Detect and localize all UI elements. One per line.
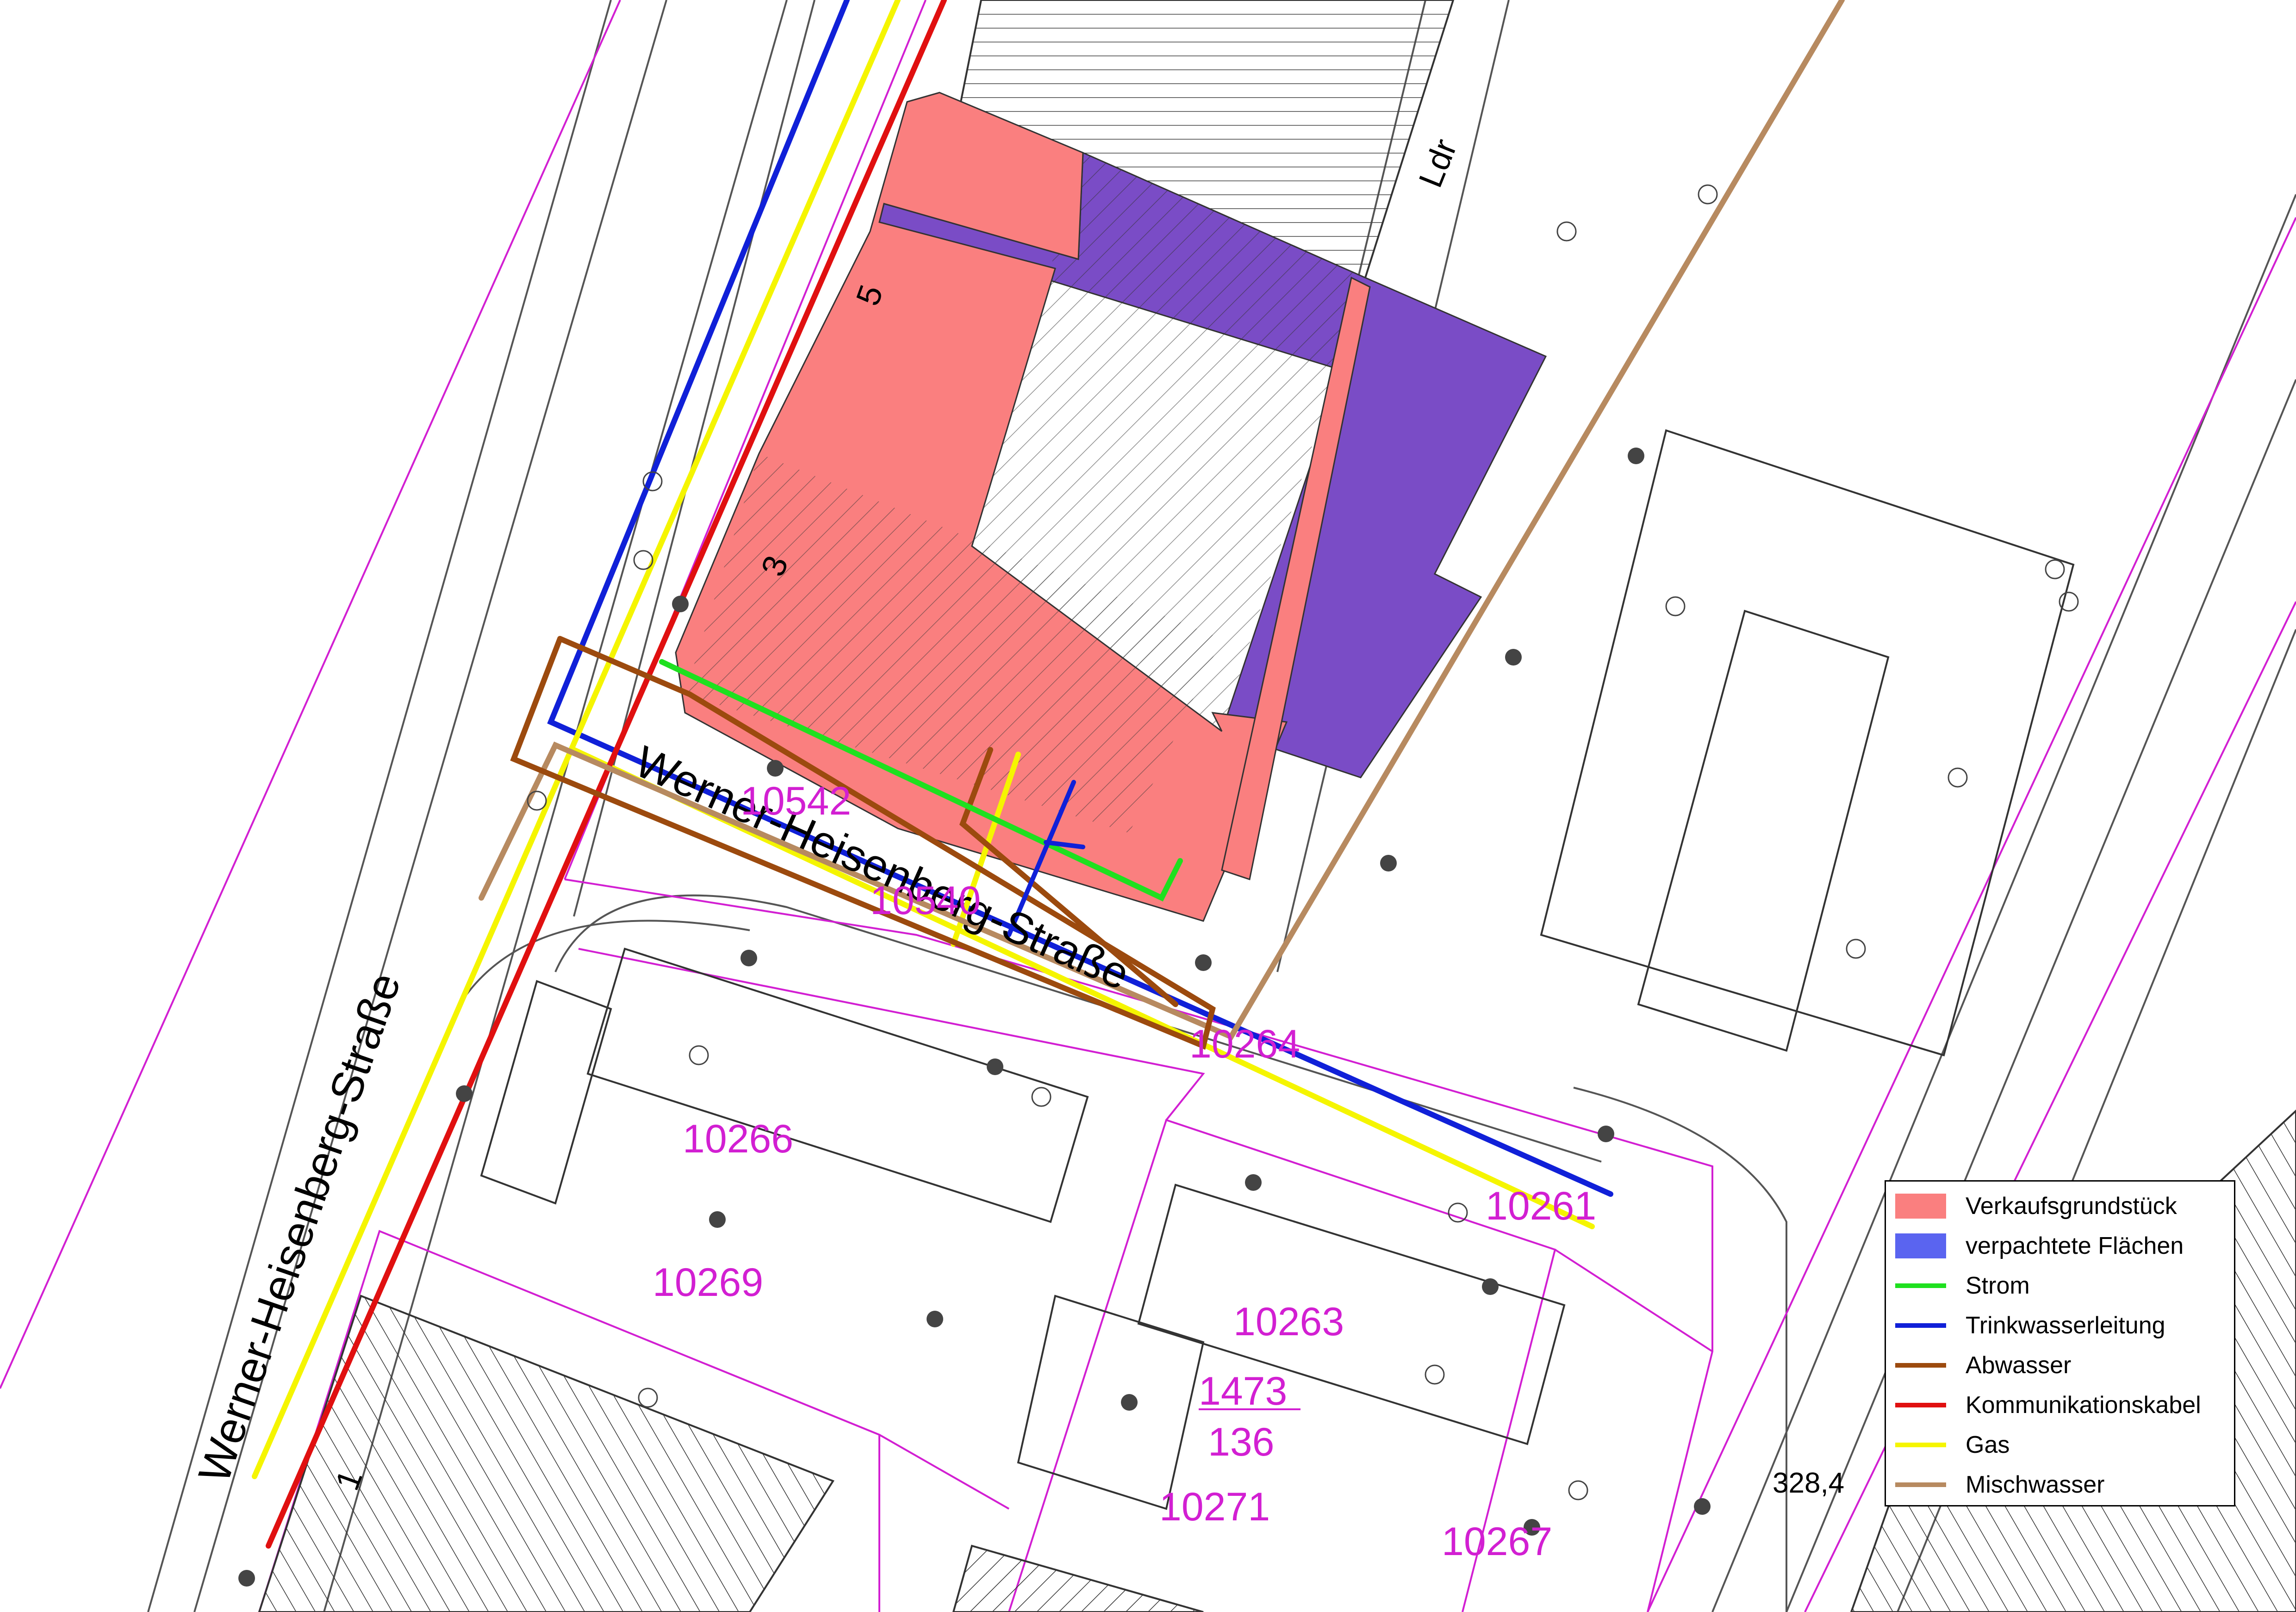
legend-item: Strom (1895, 1270, 2228, 1302)
legend-label: Abwasser (1966, 1352, 2072, 1379)
parcel-label-136: 136 (1208, 1420, 1275, 1464)
parcel-label-10263: 10263 (1233, 1300, 1344, 1344)
legend-item: Gas (1895, 1429, 2228, 1461)
street-label-ldr: Ldr (1412, 134, 1464, 193)
elevation-label: 328,4 (1773, 1467, 1844, 1499)
legend-swatch (1895, 1323, 1946, 1328)
parcel-label-10271: 10271 (1159, 1485, 1270, 1529)
legend-swatch (1895, 1403, 1946, 1407)
legend-label: Kommunikationskabel (1966, 1392, 2201, 1419)
parcel-label-10264: 10264 (1189, 1022, 1300, 1066)
parcel-label-1473: 1473 (1199, 1369, 1287, 1413)
legend-swatch (1895, 1443, 1946, 1447)
legend-label: Trinkwasserleitung (1966, 1312, 2165, 1339)
legend-swatch (1895, 1283, 1946, 1288)
parcel-label-10266: 10266 (683, 1117, 793, 1161)
map-legend: Verkaufsgrundstück verpachtete Flächen Str… (1885, 1180, 2235, 1506)
legend-swatch (1895, 1363, 1946, 1368)
parcel-label-10269: 10269 (653, 1260, 763, 1305)
legend-item: verpachtete Flächen (1895, 1230, 2228, 1262)
parcel-label-10267: 10267 (1442, 1519, 1552, 1564)
legend-label: Strom (1966, 1272, 2030, 1299)
legend-label: verpachtete Flächen (1966, 1232, 2184, 1259)
legend-item: Abwasser (1895, 1349, 2228, 1382)
legend-swatch (1895, 1233, 1946, 1258)
parcel-label-10542: 10542 (740, 779, 851, 823)
legend-swatch (1895, 1194, 1946, 1219)
parcel-label-10261: 10261 (1486, 1184, 1596, 1228)
legend-item: Trinkwasserleitung (1895, 1309, 2228, 1342)
legend-item: Verkaufsgrundstück (1895, 1190, 2228, 1222)
legend-item: Kommunikationskabel (1895, 1389, 2228, 1421)
legend-item: Mischwasser (1895, 1469, 2228, 1501)
legend-swatch (1895, 1482, 1946, 1487)
legend-label: Mischwasser (1966, 1471, 2105, 1498)
parcel-label-10540: 10540 (870, 878, 981, 923)
legend-label: Gas (1966, 1432, 2010, 1458)
legend-label: Verkaufsgrundstück (1966, 1193, 2177, 1220)
